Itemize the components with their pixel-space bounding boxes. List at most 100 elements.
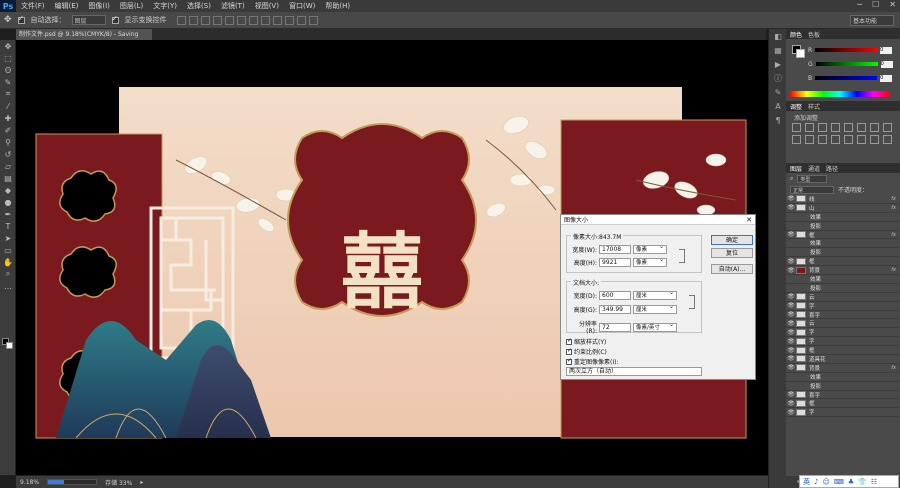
visibility-eye-icon[interactable]: 👁 <box>786 258 796 265</box>
auto-select-target[interactable]: 图层 <box>71 15 106 25</box>
ime-skin-icon[interactable]: 👕 <box>858 478 867 486</box>
layer-row[interactable]: 👁 字 <box>786 302 900 311</box>
menu-select[interactable]: 选择(S) <box>182 1 216 11</box>
blend-mode-select[interactable]: 正常 <box>790 185 834 194</box>
character-panel-icon[interactable]: A <box>769 99 787 113</box>
brush-tool-icon[interactable]: ✐ <box>0 124 16 136</box>
channel-mixer-icon[interactable] <box>805 135 814 144</box>
more-tools-icon[interactable]: … <box>0 280 16 292</box>
color-balance-icon[interactable] <box>870 123 879 132</box>
layer-row[interactable]: 效果 <box>786 213 900 222</box>
doc-height-unit-select[interactable]: 厘米 <box>633 303 677 314</box>
pen-tool-icon[interactable]: ✒ <box>0 208 16 220</box>
layer-row[interactable]: 效果 <box>786 239 900 249</box>
resample-method-select[interactable]: 两次立方（自动） <box>566 367 702 376</box>
ok-button[interactable]: 确定 <box>711 235 753 245</box>
layer-row[interactable]: 👁 线 fx <box>786 195 900 204</box>
stamp-tool-icon[interactable]: ⚲ <box>0 136 16 148</box>
photo-filter-icon[interactable] <box>792 135 801 144</box>
width-unit-select[interactable]: 像素 <box>633 243 667 254</box>
visibility-eye-icon[interactable]: 👁 <box>786 347 796 354</box>
background-color-swatch[interactable] <box>6 342 13 349</box>
tab-adjustments[interactable]: 调整 <box>790 102 802 111</box>
distribute-top-icon[interactable] <box>248 15 258 25</box>
history-brush-tool-icon[interactable]: ↺ <box>0 148 16 160</box>
zoom-level[interactable]: 9.18% <box>20 479 39 486</box>
visibility-eye-icon[interactable]: 👁 <box>786 195 796 202</box>
width-input[interactable]: 17008 <box>599 245 631 254</box>
status-arrow-icon[interactable]: ▸ <box>140 479 143 486</box>
paragraph-panel-icon[interactable]: ¶ <box>769 113 787 127</box>
marquee-tool-icon[interactable]: ⬚ <box>0 52 16 64</box>
layer-row[interactable]: 👁 字 <box>786 337 900 347</box>
visibility-eye-icon[interactable]: 👁 <box>786 231 796 238</box>
g-value[interactable]: 0 <box>880 60 893 68</box>
layer-row[interactable]: 👁 道具花 <box>786 355 900 364</box>
layer-fx-badge[interactable]: fx <box>891 205 896 211</box>
menu-window[interactable]: 窗口(W) <box>284 1 320 11</box>
layer-fx-badge[interactable]: fx <box>891 365 896 371</box>
tab-layers[interactable]: 图层 <box>790 164 802 173</box>
g-slider[interactable] <box>815 62 878 66</box>
align-right-icon[interactable] <box>236 15 246 25</box>
menu-image[interactable]: 图像(I) <box>83 1 115 11</box>
layer-row[interactable]: 投影 <box>786 382 900 391</box>
type-tool-icon[interactable]: T <box>0 220 16 232</box>
hand-tool-icon[interactable]: ✋ <box>0 256 16 268</box>
doc-width-input[interactable]: 600 <box>599 291 631 300</box>
actions-panel-icon[interactable]: ▶ <box>769 57 787 71</box>
tab-swatches[interactable]: 色板 <box>808 30 820 39</box>
layer-row[interactable]: 👁 框 fx <box>786 231 900 240</box>
resolution-unit-select[interactable]: 像素/英寸 <box>633 321 677 332</box>
layer-row[interactable]: 👁 喜字 <box>786 311 900 320</box>
auto-button[interactable]: 自动(A)... <box>711 264 753 274</box>
b-value[interactable]: 0 <box>880 74 893 82</box>
distribute-hcenter-icon[interactable] <box>296 15 306 25</box>
brush-panel-icon[interactable]: ✎ <box>769 85 787 99</box>
path-select-tool-icon[interactable]: ➤ <box>0 232 16 244</box>
layer-row[interactable]: 👁 云 <box>786 319 900 329</box>
zoom-tool-icon[interactable]: ⌕ <box>0 268 16 280</box>
vibrance-icon[interactable] <box>844 123 853 132</box>
dodge-tool-icon[interactable]: ● <box>0 196 16 208</box>
gradient-map-icon[interactable] <box>883 135 892 144</box>
minimize-button[interactable]: ─ <box>857 0 862 9</box>
visibility-eye-icon[interactable]: 👁 <box>786 355 796 362</box>
distribute-right-icon[interactable] <box>308 15 318 25</box>
visibility-eye-icon[interactable]: 👁 <box>786 329 796 336</box>
tab-channels[interactable]: 通道 <box>808 164 820 173</box>
properties-panel-icon[interactable]: ▦ <box>769 43 787 57</box>
menu-edit[interactable]: 编辑(E) <box>50 1 84 11</box>
layer-fx-badge[interactable]: fx <box>891 196 896 202</box>
move-tool-icon[interactable]: ✥ <box>0 40 16 52</box>
layer-row[interactable]: 👁 喜字 <box>786 391 900 400</box>
menu-type[interactable]: 文字(Y) <box>148 1 182 11</box>
distribute-vcenter-icon[interactable] <box>260 15 270 25</box>
visibility-eye-icon[interactable]: 👁 <box>786 391 796 398</box>
layer-row[interactable]: 👁 云 <box>786 293 900 302</box>
curves-icon[interactable] <box>818 123 827 132</box>
align-vcenter-icon[interactable] <box>188 15 198 25</box>
ime-tool-icon[interactable]: ♣ <box>848 478 854 486</box>
visibility-eye-icon[interactable]: 👁 <box>786 267 796 274</box>
visibility-eye-icon[interactable]: 👁 <box>786 204 796 211</box>
scale-styles-checkbox[interactable] <box>566 337 572 345</box>
threshold-icon[interactable] <box>857 135 866 144</box>
align-hcenter-icon[interactable] <box>224 15 234 25</box>
close-button[interactable]: ✕ <box>889 0 896 9</box>
height-unit-select[interactable]: 像素 <box>633 256 667 267</box>
hue-icon[interactable] <box>857 123 866 132</box>
tab-color[interactable]: 颜色 <box>790 30 802 39</box>
gradient-tool-icon[interactable]: ▤ <box>0 172 16 184</box>
layer-row[interactable]: 👁 字 <box>786 408 900 418</box>
eyedropper-tool-icon[interactable]: ⁄ <box>0 100 16 112</box>
lookup-icon[interactable] <box>818 135 827 144</box>
layer-row[interactable]: 投影 <box>786 222 900 231</box>
constrain-checkbox[interactable] <box>566 347 572 355</box>
healing-tool-icon[interactable]: ✚ <box>0 112 16 124</box>
layer-row[interactable]: 👁 山 fx <box>786 204 900 213</box>
layer-row[interactable]: 👁 背景 fx <box>786 364 900 373</box>
ime-punct-icon[interactable]: ♪ <box>814 478 818 486</box>
color-bg-swatch[interactable] <box>796 49 805 58</box>
levels-icon[interactable] <box>805 123 814 132</box>
